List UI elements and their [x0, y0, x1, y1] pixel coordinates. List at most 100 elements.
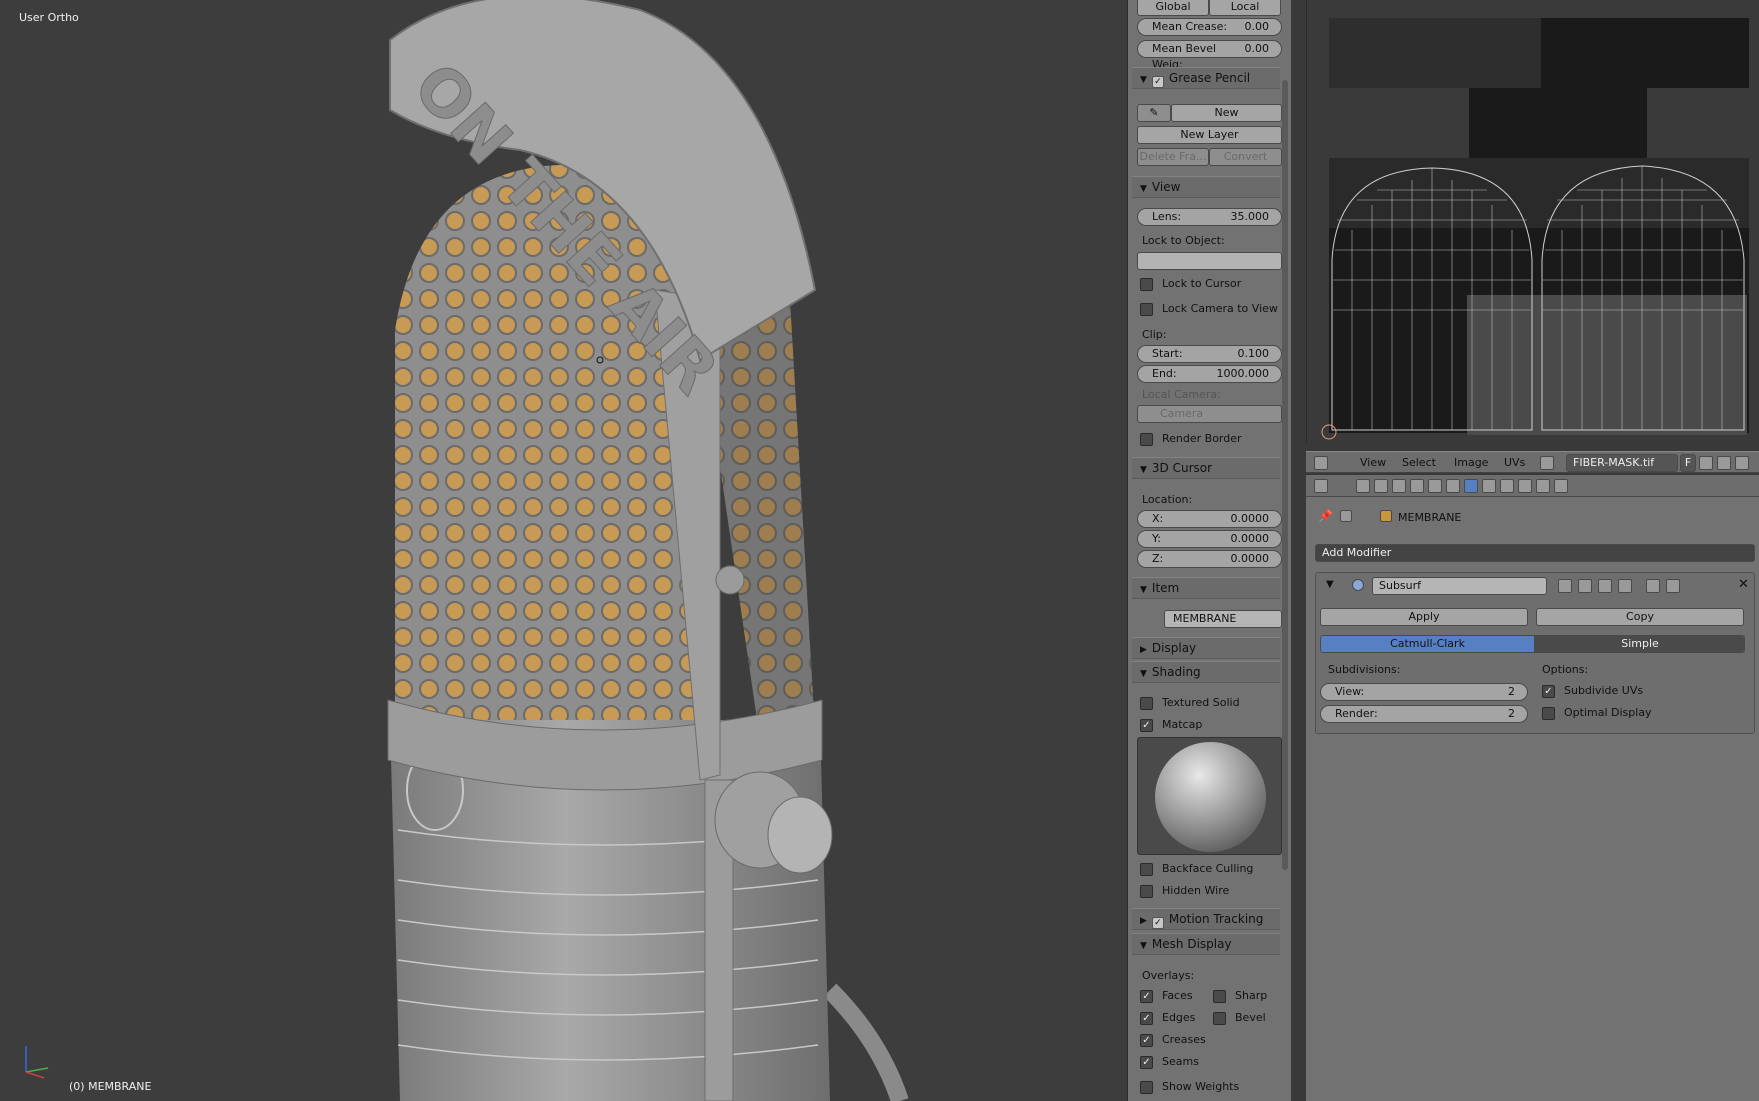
- view-header[interactable]: ▼ View: [1132, 176, 1280, 198]
- delete-frame-button[interactable]: Delete Fra...: [1137, 148, 1209, 166]
- modifier-properties: 📌 MEMBRANE Add Modifier ▼ Subsurf ✕ Appl…: [1306, 497, 1759, 1101]
- motion-tracking-header[interactable]: ▶ ✓ Motion Tracking: [1132, 908, 1280, 930]
- cursor-x-field[interactable]: X: 0.0000: [1137, 510, 1282, 528]
- eye-icon[interactable]: [1578, 579, 1592, 593]
- fake-user-button[interactable]: F: [1680, 454, 1696, 472]
- menu-view[interactable]: View: [1360, 456, 1386, 469]
- modifier-name-field[interactable]: Subsurf: [1372, 577, 1547, 595]
- mean-bevel-field[interactable]: Mean Bevel Weig: 0.00: [1137, 40, 1282, 71]
- texture-tab-icon[interactable]: [1518, 479, 1532, 493]
- lock-to-cursor-checkbox[interactable]: Lock to Cursor: [1140, 277, 1241, 293]
- move-down-icon[interactable]: [1666, 579, 1680, 593]
- physics-tab-icon[interactable]: [1554, 479, 1568, 493]
- cursor-y-field[interactable]: Y: 0.0000: [1137, 530, 1282, 548]
- material-tab-icon[interactable]: [1500, 479, 1514, 493]
- properties-header: [1306, 475, 1759, 497]
- mesh-display-header[interactable]: ▼ Mesh Display: [1132, 933, 1280, 955]
- render-levels-field[interactable]: Render: 2: [1320, 705, 1528, 723]
- clip-end-field[interactable]: End: 1000.000: [1137, 365, 1282, 383]
- open-image-icon[interactable]: [1717, 456, 1731, 470]
- render-toggle-icon[interactable]: [1558, 579, 1572, 593]
- global-toggle[interactable]: Global: [1137, 0, 1209, 16]
- uv-editor-canvas[interactable]: [1306, 0, 1759, 443]
- constraints-tab-icon[interactable]: [1446, 479, 1460, 493]
- bevel-checkbox[interactable]: Bevel: [1213, 1011, 1266, 1027]
- axis-gizmo: [25, 1046, 49, 1079]
- subsurf-icon: [1352, 579, 1364, 591]
- cage-icon[interactable]: [1618, 579, 1632, 593]
- pin-icon[interactable]: 📌: [1318, 509, 1333, 523]
- copy-button[interactable]: Copy: [1536, 608, 1744, 626]
- item-header[interactable]: ▼ Item: [1132, 577, 1280, 599]
- object-icon: [1340, 510, 1352, 522]
- local-camera-label: Local Camera:: [1142, 388, 1221, 401]
- collapse-icon[interactable]: ▼: [1326, 579, 1334, 590]
- view-levels-field[interactable]: View: 2: [1320, 683, 1528, 701]
- render-border-checkbox[interactable]: Render Border: [1140, 432, 1242, 448]
- show-weights-checkbox[interactable]: Show Weights: [1140, 1080, 1239, 1096]
- image-name-field[interactable]: FIBER-MASK.tif: [1566, 454, 1678, 472]
- render-tab-icon[interactable]: [1356, 479, 1370, 493]
- subdivide-uvs-checkbox[interactable]: ✓ Subdivide UVs: [1542, 684, 1643, 700]
- editmode-icon[interactable]: [1598, 579, 1612, 593]
- data-tab-icon[interactable]: [1482, 479, 1496, 493]
- clip-label: Clip:: [1142, 328, 1167, 341]
- convert-button[interactable]: Convert: [1209, 148, 1282, 166]
- image-browse-icon[interactable]: [1540, 456, 1554, 470]
- lock-camera-checkbox[interactable]: Lock Camera to View: [1140, 302, 1278, 318]
- close-image-icon[interactable]: [1735, 456, 1749, 470]
- pencil-icon[interactable]: ✎: [1137, 104, 1171, 122]
- menu-image[interactable]: Image: [1454, 456, 1488, 469]
- menu-select[interactable]: Select: [1402, 456, 1436, 469]
- clip-start-field[interactable]: Start: 0.100: [1137, 345, 1282, 363]
- lock-to-object-label: Lock to Object:: [1142, 234, 1225, 247]
- new-image-icon[interactable]: [1699, 456, 1713, 470]
- hidden-wire-checkbox[interactable]: Hidden Wire: [1140, 884, 1229, 900]
- 3d-viewport[interactable]: ON THE AIR User Ortho (0) MEMBRANE: [0, 0, 1127, 1101]
- display-header[interactable]: ▶ Display: [1132, 637, 1280, 659]
- seams-checkbox[interactable]: ✓ Seams: [1140, 1055, 1199, 1071]
- menu-uvs[interactable]: UVs: [1504, 456, 1525, 469]
- grease-pencil-header[interactable]: ▼ ✓ Grease Pencil: [1132, 67, 1280, 89]
- lock-object-field[interactable]: [1137, 252, 1282, 270]
- local-camera-field[interactable]: Camera: [1137, 405, 1282, 423]
- new-grease-button[interactable]: New: [1171, 104, 1282, 122]
- layers-tab-icon[interactable]: [1374, 479, 1388, 493]
- shelf-scrollbar[interactable]: [1282, 80, 1288, 870]
- editor-type-icon[interactable]: [1314, 456, 1328, 470]
- active-object-label: (0) MEMBRANE: [69, 1080, 152, 1093]
- 3d-cursor-header[interactable]: ▼ 3D Cursor: [1132, 457, 1280, 479]
- view-mode-label: User Ortho: [19, 11, 79, 24]
- matcap-checkbox[interactable]: ✓ Matcap: [1140, 718, 1202, 734]
- new-layer-button[interactable]: New Layer: [1137, 126, 1282, 144]
- subdivisions-label: Subdivisions:: [1328, 663, 1401, 676]
- simple-toggle[interactable]: Simple: [1535, 635, 1745, 653]
- move-up-icon[interactable]: [1646, 579, 1660, 593]
- edges-checkbox[interactable]: ✓ Edges: [1140, 1011, 1195, 1027]
- properties-editor-icon[interactable]: [1314, 479, 1328, 493]
- faces-checkbox[interactable]: ✓ Faces: [1140, 989, 1193, 1005]
- mesh-icon: [1380, 510, 1392, 522]
- textured-solid-checkbox[interactable]: Textured Solid: [1140, 696, 1240, 712]
- sharp-checkbox[interactable]: Sharp: [1213, 989, 1267, 1005]
- scene-tab-icon[interactable]: [1392, 479, 1406, 493]
- particles-tab-icon[interactable]: [1536, 479, 1550, 493]
- backface-culling-checkbox[interactable]: Backface Culling: [1140, 862, 1253, 878]
- cursor-z-field[interactable]: Z: 0.0000: [1137, 550, 1282, 568]
- local-toggle[interactable]: Local: [1209, 0, 1281, 16]
- modifiers-tab-icon[interactable]: [1464, 479, 1478, 493]
- world-tab-icon[interactable]: [1410, 479, 1424, 493]
- close-icon[interactable]: ✕: [1738, 577, 1749, 592]
- object-tab-icon[interactable]: [1428, 479, 1442, 493]
- shading-header[interactable]: ▼ Shading: [1132, 661, 1280, 683]
- matcap-preview[interactable]: [1137, 737, 1282, 855]
- lens-field[interactable]: Lens: 35.000: [1137, 208, 1282, 226]
- mean-crease-field[interactable]: Mean Crease: 0.00: [1137, 18, 1282, 36]
- item-name-field[interactable]: MEMBRANE: [1164, 610, 1282, 628]
- optimal-display-checkbox[interactable]: Optimal Display: [1542, 706, 1652, 722]
- apply-button[interactable]: Apply: [1320, 608, 1528, 626]
- creases-checkbox[interactable]: ✓ Creases: [1140, 1033, 1206, 1049]
- subsurf-modifier-panel: ▼ Subsurf ✕ Apply Copy Catmull-Clark Sim…: [1315, 572, 1755, 734]
- catmull-clark-toggle[interactable]: Catmull-Clark: [1320, 635, 1535, 653]
- add-modifier-dropdown[interactable]: Add Modifier: [1315, 544, 1755, 562]
